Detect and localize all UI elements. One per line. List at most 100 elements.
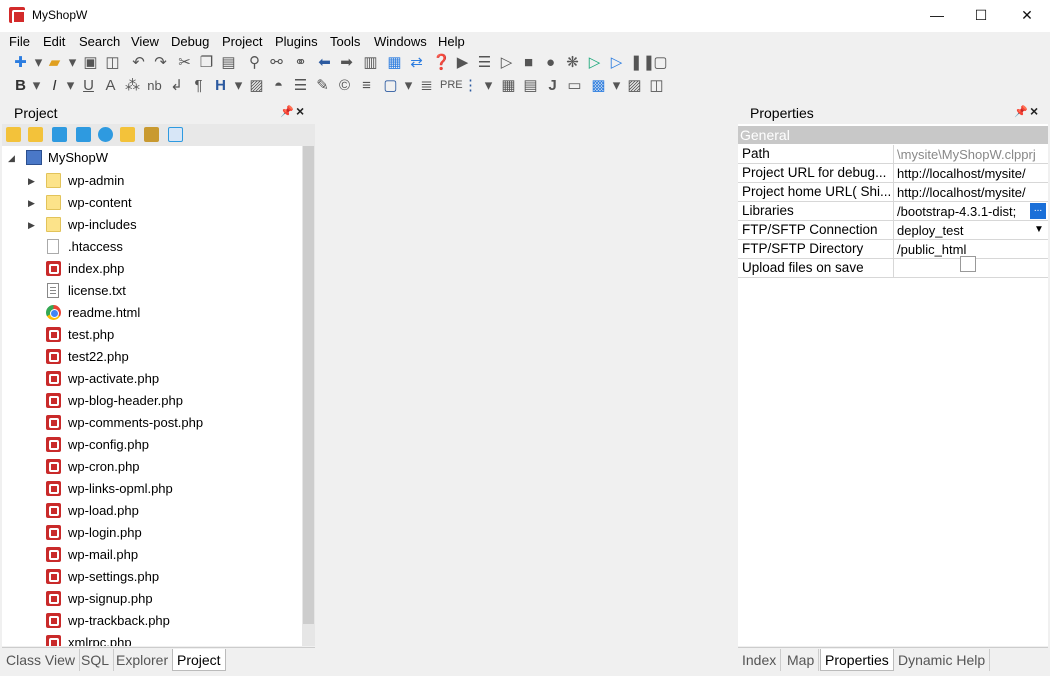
tree-folder-wp-includes[interactable]: ▶ wp-includes: [28, 214, 298, 236]
heading-icon[interactable]: H: [212, 77, 229, 94]
property-row-libraries[interactable]: Libraries /bootstrap-4.3.1-dist; ...: [738, 202, 1048, 221]
expand-arrow-icon[interactable]: ▶: [28, 192, 38, 214]
tab-sql[interactable]: SQL: [77, 649, 115, 671]
new-folder-icon[interactable]: [6, 127, 21, 142]
expand-arrow-icon[interactable]: ▶: [28, 170, 38, 192]
tab-properties[interactable]: Properties: [820, 649, 894, 671]
tree-file[interactable]: readme.html: [46, 302, 296, 324]
hr-icon[interactable]: ☰: [292, 77, 309, 94]
ftp-icon[interactable]: ⇄: [408, 54, 425, 71]
property-value-libraries[interactable]: /bootstrap-4.3.1-dist;: [893, 202, 1048, 221]
breakpoint-icon[interactable]: ●: [542, 54, 559, 71]
settings-icon[interactable]: [76, 127, 91, 142]
close-panel-icon[interactable]: ×: [1030, 103, 1038, 119]
pin-icon[interactable]: 📌: [280, 105, 294, 118]
tab-dynamic-help[interactable]: Dynamic Help: [894, 649, 991, 671]
open-location-icon[interactable]: [120, 127, 135, 142]
menu-file[interactable]: File: [9, 34, 30, 49]
comment-icon[interactable]: ✎: [314, 77, 331, 94]
tab-explorer[interactable]: Explorer: [112, 649, 174, 671]
menu-view[interactable]: View: [131, 34, 159, 49]
open-dropdown-icon[interactable]: ▾: [64, 54, 81, 71]
picture-icon[interactable]: ▨: [626, 77, 643, 94]
tree-file[interactable]: wp-activate.php: [46, 368, 296, 390]
tree-file[interactable]: wp-login.php: [46, 522, 296, 544]
anchor-icon[interactable]: ⁂: [124, 77, 141, 94]
new-dropdown-icon[interactable]: ▾: [30, 54, 47, 71]
pause-icon[interactable]: ❚❚: [630, 54, 655, 71]
editor-area[interactable]: [317, 100, 736, 676]
tab-map[interactable]: Map: [783, 649, 820, 671]
preformatted-icon[interactable]: PRE: [440, 77, 463, 94]
media-dropdown-icon[interactable]: ▾: [608, 77, 625, 94]
line-break-icon[interactable]: ↲: [168, 77, 185, 94]
menu-plugins[interactable]: Plugins: [275, 34, 318, 49]
back-icon[interactable]: ⬅: [316, 54, 333, 71]
tree-file[interactable]: xmlrpc.php: [46, 632, 296, 646]
tree-folder-wp-admin[interactable]: ▶ wp-admin: [28, 170, 298, 192]
stop-debug-icon[interactable]: ▢: [652, 54, 669, 71]
align-justify-icon[interactable]: ≣: [418, 77, 435, 94]
tab-project[interactable]: Project: [172, 649, 226, 671]
tree-root[interactable]: ◢ MyShopW: [8, 147, 288, 169]
property-row-ftp-directory[interactable]: FTP/SFTP Directory /public_html: [738, 240, 1048, 259]
property-row-url-debug[interactable]: Project URL for debug... http://localhos…: [738, 164, 1048, 183]
frame-icon[interactable]: ◫: [648, 77, 665, 94]
forward-icon[interactable]: ➡: [338, 54, 355, 71]
save-icon[interactable]: ▣: [82, 54, 99, 71]
refresh-icon[interactable]: [52, 127, 67, 142]
find-replace-icon[interactable]: ⚯: [268, 54, 285, 71]
close-window-button[interactable]: ✕: [1004, 0, 1050, 30]
media-icon[interactable]: ▩: [590, 77, 607, 94]
save-all-icon[interactable]: ◫: [104, 54, 121, 71]
tree-file[interactable]: wp-config.php: [46, 434, 296, 456]
property-row-ftp-connection[interactable]: FTP/SFTP Connection deploy_test ▼: [738, 221, 1048, 240]
stop-icon[interactable]: ■: [520, 54, 537, 71]
tree-file[interactable]: wp-cron.php: [46, 456, 296, 478]
tab-class-view[interactable]: Class View: [2, 649, 80, 671]
tree-file[interactable]: .htaccess: [46, 236, 296, 258]
add-files-icon[interactable]: [28, 127, 43, 142]
run-icon[interactable]: ▷: [586, 54, 603, 71]
bold-dropdown-icon[interactable]: ▾: [28, 77, 45, 94]
tree-folder-wp-content[interactable]: ▶ wp-content: [28, 192, 298, 214]
redo-icon[interactable]: ↷: [152, 54, 169, 71]
property-value-url-debug[interactable]: http://localhost/mysite/: [893, 164, 1048, 183]
align-center-icon[interactable]: ≡: [358, 77, 375, 94]
nbsp-icon[interactable]: nb: [146, 77, 163, 94]
tree-file[interactable]: index.php: [46, 258, 296, 280]
tree-file[interactable]: wp-mail.php: [46, 544, 296, 566]
italic-icon[interactable]: I: [46, 77, 63, 94]
minimize-button[interactable]: —: [914, 0, 960, 30]
compare-icon[interactable]: ▥: [362, 54, 379, 71]
copy-icon[interactable]: ❐: [198, 54, 215, 71]
new-file-icon[interactable]: ✚: [12, 54, 29, 71]
step-over-icon[interactable]: ▷: [498, 54, 515, 71]
list-icon[interactable]: ⋮: [462, 77, 479, 94]
copyright-icon[interactable]: ©: [336, 77, 353, 94]
collapse-icon[interactable]: [144, 127, 159, 142]
tree-file[interactable]: wp-trackback.php: [46, 610, 296, 632]
pin-icon[interactable]: 📌: [1014, 105, 1028, 118]
browse-libraries-button[interactable]: ...: [1030, 203, 1046, 219]
property-row-home-url[interactable]: Project home URL( Shi... http://localhos…: [738, 183, 1048, 202]
menu-windows[interactable]: Windows: [374, 34, 427, 49]
find-icon[interactable]: ⚲: [246, 54, 263, 71]
menu-search[interactable]: Search: [79, 34, 120, 49]
upload-on-save-checkbox[interactable]: [960, 256, 976, 272]
step-list-icon[interactable]: ☰: [476, 54, 493, 71]
property-row-path[interactable]: Path \mysite\MyShopW.clpprj: [738, 145, 1048, 164]
paragraph-icon[interactable]: ¶: [190, 77, 207, 94]
div-icon[interactable]: ▤: [522, 77, 539, 94]
tree-file[interactable]: license.txt: [46, 280, 296, 302]
open-folder-icon[interactable]: ▰: [46, 54, 63, 71]
tree-file[interactable]: wp-blog-header.php: [46, 390, 296, 412]
tree-file[interactable]: wp-links-opml.php: [46, 478, 296, 500]
italic-dropdown-icon[interactable]: ▾: [62, 77, 79, 94]
tree-file[interactable]: wp-settings.php: [46, 566, 296, 588]
menu-project[interactable]: Project: [222, 34, 262, 49]
help-icon[interactable]: ❓: [432, 54, 451, 71]
tree-file[interactable]: wp-signup.php: [46, 588, 296, 610]
tree-file[interactable]: test22.php: [46, 346, 296, 368]
property-value-home-url[interactable]: http://localhost/mysite/: [893, 183, 1048, 202]
